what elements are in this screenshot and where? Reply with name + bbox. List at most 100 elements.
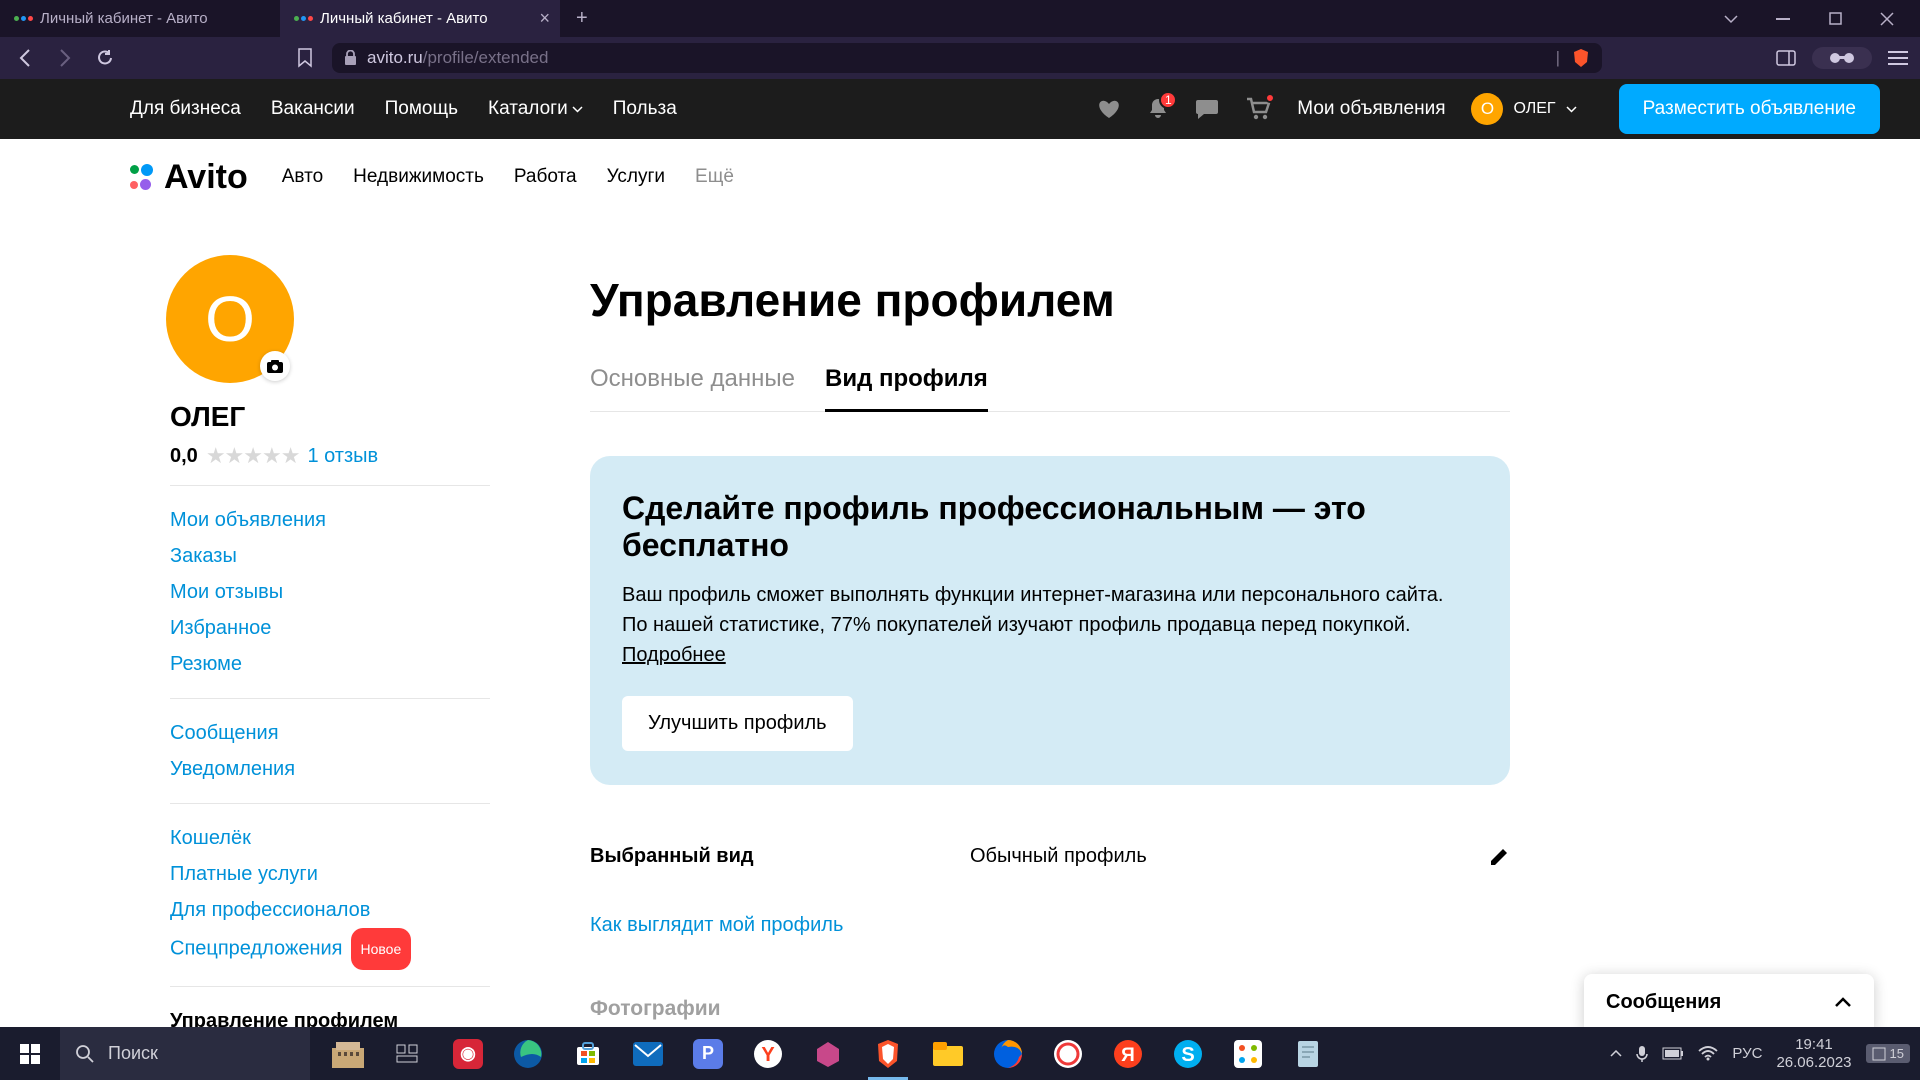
taskbar-app-icon[interactable]: ◉: [440, 1027, 496, 1080]
separator: [170, 803, 490, 804]
rating-row: 0,0 ★★★★★ 1 отзыв: [170, 443, 490, 469]
improve-profile-button[interactable]: Улучшить профиль: [622, 696, 853, 751]
sidebar-item-resume[interactable]: Резюме: [170, 646, 490, 682]
selected-view-row: Выбранный вид Обычный профиль: [590, 845, 1510, 868]
sidebar-item-offers[interactable]: СпецпредложенияНовое: [170, 928, 490, 970]
tab-title: Личный кабинет - Авито: [320, 10, 488, 27]
header-link-business[interactable]: Для бизнеса: [130, 98, 241, 120]
taskbar-mail-icon[interactable]: [620, 1027, 676, 1080]
taskbar-yandex-icon[interactable]: Y: [740, 1027, 796, 1080]
sidebar-toggle-icon[interactable]: [1776, 50, 1796, 66]
search-placeholder: Поиск: [108, 1043, 158, 1064]
promo-more-link[interactable]: Подробнее: [622, 644, 726, 666]
header-link-vacancies[interactable]: Вакансии: [271, 98, 355, 120]
sidebar-item-wallet[interactable]: Кошелёк: [170, 820, 490, 856]
separator: [170, 698, 490, 699]
bell-icon[interactable]: 1: [1147, 97, 1169, 121]
tray-battery-icon[interactable]: [1662, 1047, 1684, 1060]
header-link-benefit[interactable]: Польза: [613, 98, 677, 120]
category-more[interactable]: Ещё: [695, 166, 734, 188]
url-input[interactable]: avito.ru/profile/extended |: [332, 43, 1602, 73]
taskbar-edge-icon[interactable]: [500, 1027, 556, 1080]
site-header: Для бизнеса Вакансии Помощь Каталоги Пол…: [0, 79, 1920, 139]
taskbar-building-icon[interactable]: [320, 1027, 376, 1080]
sidebar: О ОЛЕГ 0,0 ★★★★★ 1 отзыв Мои объявления …: [170, 255, 490, 1075]
taskbar-skype-icon[interactable]: S: [1160, 1027, 1216, 1080]
header-link-help[interactable]: Помощь: [385, 98, 458, 120]
user-menu[interactable]: О ОЛЕГ: [1471, 93, 1576, 125]
cart-badge-dot: [1265, 93, 1275, 103]
tray-chevron-icon[interactable]: [1610, 1050, 1622, 1058]
taskbar-store-icon[interactable]: [560, 1027, 616, 1080]
sidebar-item-orders[interactable]: Заказы: [170, 538, 490, 574]
taskbar-brave-icon[interactable]: [860, 1027, 916, 1080]
svg-text:Y: Y: [761, 1044, 775, 1066]
messages-widget[interactable]: Сообщения: [1584, 974, 1874, 1030]
taskbar-search[interactable]: Поиск: [60, 1027, 310, 1080]
taskbar-app-icon[interactable]: [1220, 1027, 1276, 1080]
chevron-down-icon[interactable]: [1708, 3, 1754, 35]
close-tab-icon[interactable]: ×: [539, 8, 550, 29]
header-my-ads-link[interactable]: Мои объявления: [1297, 98, 1445, 120]
reload-button[interactable]: [92, 48, 118, 68]
sidebar-item-label: Спецпредложения: [170, 937, 343, 959]
private-mode-icon[interactable]: [1812, 47, 1872, 69]
forward-button[interactable]: [52, 49, 78, 67]
start-button[interactable]: [0, 1027, 60, 1080]
taskbar-taskview-icon[interactable]: [380, 1027, 436, 1080]
sidebar-item-messages[interactable]: Сообщения: [170, 715, 490, 751]
taskbar-explorer-icon[interactable]: [920, 1027, 976, 1080]
close-window-button[interactable]: [1864, 3, 1910, 35]
profile-name: ОЛЕГ: [170, 401, 490, 433]
reviews-link[interactable]: 1 отзыв: [307, 445, 378, 468]
url-host: avito.ru: [367, 48, 423, 67]
camera-icon[interactable]: [260, 351, 290, 381]
cart-icon[interactable]: [1245, 97, 1271, 121]
tray-wifi-icon[interactable]: [1698, 1046, 1718, 1061]
maximize-button[interactable]: [1812, 3, 1858, 35]
header-link-catalogs[interactable]: Каталоги: [488, 98, 583, 120]
sidebar-item-notifications[interactable]: Уведомления: [170, 751, 490, 787]
chat-icon[interactable]: [1195, 98, 1219, 120]
logo-text: Avito: [164, 158, 248, 197]
category-realty[interactable]: Недвижимость: [353, 166, 484, 188]
tray-notifications[interactable]: 15: [1866, 1044, 1910, 1063]
taskbar-yandex-red-icon[interactable]: Я: [1100, 1027, 1156, 1080]
sidebar-item-my-ads[interactable]: Мои объявления: [170, 502, 490, 538]
taskbar-vivaldi-icon[interactable]: [1040, 1027, 1096, 1080]
menu-icon[interactable]: [1888, 50, 1908, 66]
sidebar-item-for-pros[interactable]: Для профессионалов: [170, 892, 490, 928]
tab-main-data[interactable]: Основные данные: [590, 365, 795, 411]
taskbar-app-p-icon[interactable]: P: [680, 1027, 736, 1080]
minimize-button[interactable]: [1760, 3, 1806, 35]
category-services[interactable]: Услуги: [607, 166, 665, 188]
category-work[interactable]: Работа: [514, 166, 577, 188]
pencil-icon[interactable]: [1488, 846, 1510, 868]
post-ad-button[interactable]: Разместить объявление: [1619, 84, 1880, 134]
taskbar-notepad-icon[interactable]: [1280, 1027, 1336, 1080]
tray-mic-icon[interactable]: [1636, 1045, 1648, 1063]
browser-tab[interactable]: Личный кабинет - Авито: [0, 0, 280, 37]
tab-profile-view[interactable]: Вид профиля: [825, 365, 988, 412]
windows-logo-icon: [20, 1044, 40, 1064]
heart-icon[interactable]: [1097, 98, 1121, 120]
sidebar-item-favorites[interactable]: Избранное: [170, 610, 490, 646]
taskbar-app-icon[interactable]: [800, 1027, 856, 1080]
tray-clock[interactable]: 19:41 26.06.2023: [1776, 1036, 1851, 1072]
taskbar-firefox-icon[interactable]: [980, 1027, 1036, 1080]
sidebar-item-paid-services[interactable]: Платные услуги: [170, 856, 490, 892]
tray-language[interactable]: РУС: [1732, 1045, 1762, 1062]
browser-tab-active[interactable]: Личный кабинет - Авито ×: [280, 0, 560, 37]
promo-text: Ваш профиль сможет выполнять функции инт…: [622, 580, 1478, 670]
stars-icon: ★★★★★: [206, 443, 300, 469]
avatar-wrapper[interactable]: О: [166, 255, 294, 383]
new-tab-button[interactable]: +: [560, 7, 604, 30]
sidebar-item-my-reviews[interactable]: Мои отзывы: [170, 574, 490, 610]
back-button[interactable]: [12, 49, 38, 67]
category-auto[interactable]: Авто: [282, 166, 323, 188]
bookmark-icon[interactable]: [292, 48, 318, 68]
avito-logo[interactable]: Avito: [130, 158, 248, 197]
page-title: Управление профилем: [590, 273, 1510, 327]
how-profile-looks-link[interactable]: Как выглядит мой профиль: [590, 914, 1510, 937]
brave-shield-icon[interactable]: [1572, 48, 1590, 68]
